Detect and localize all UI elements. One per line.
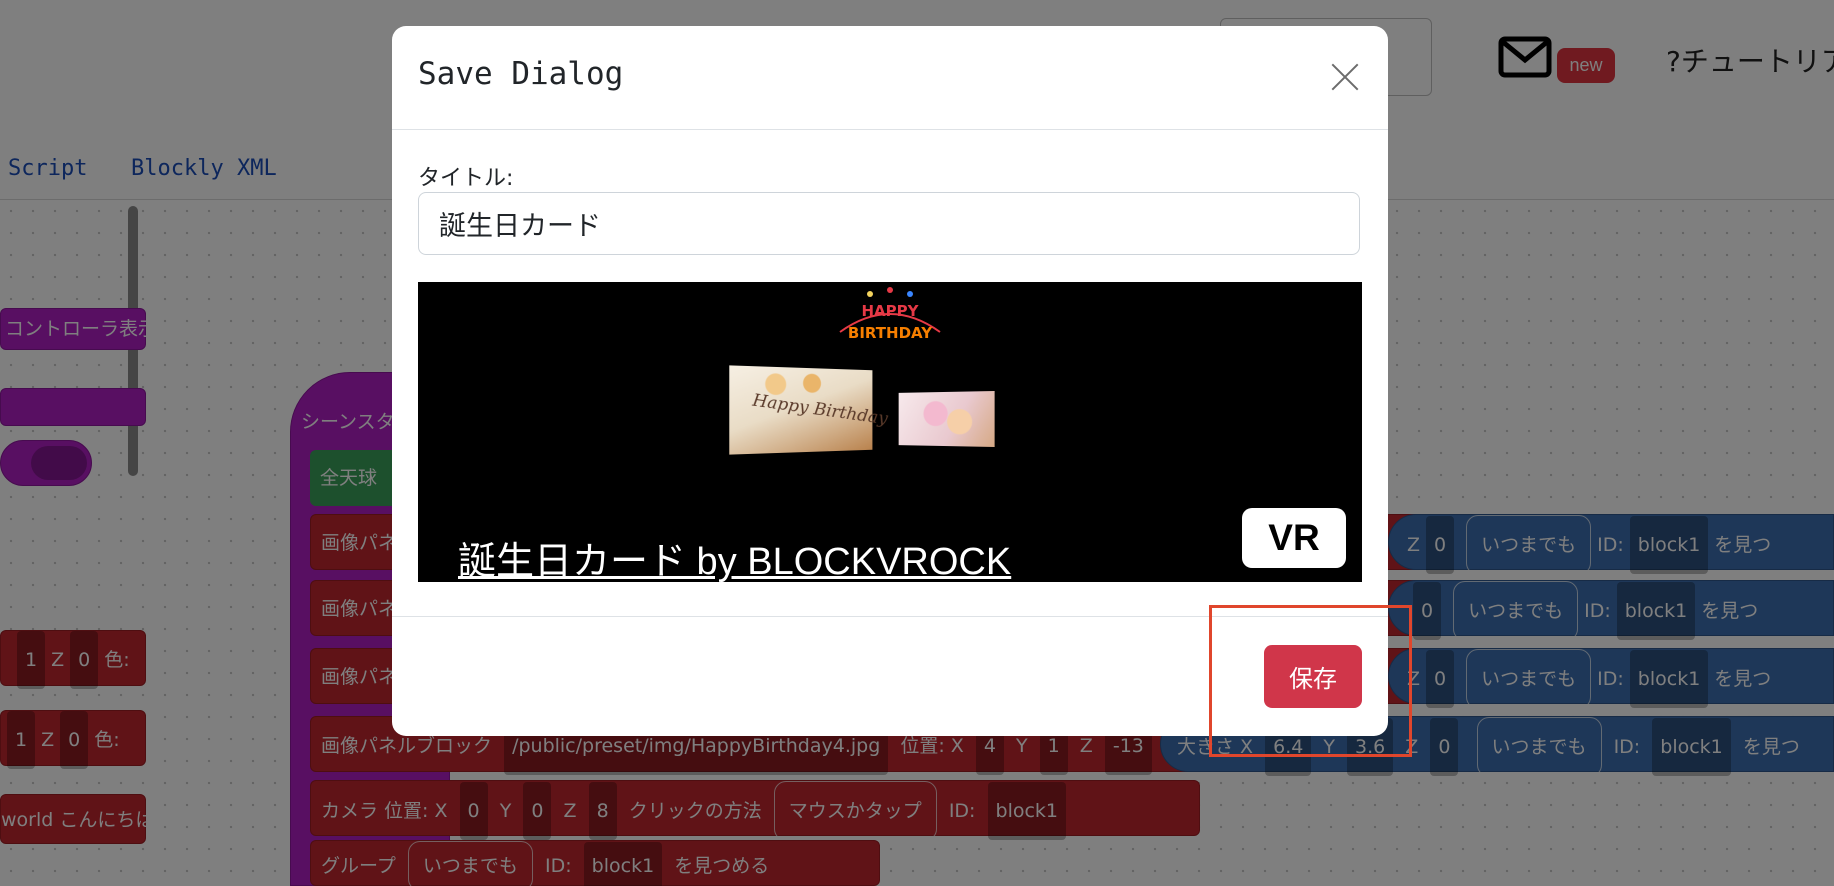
save-button-highlight <box>1209 605 1412 757</box>
dialog-title: Save Dialog <box>418 56 624 92</box>
preview-image: HAPPY BIRTHDAY Happy Birthday 誕生日カード by … <box>418 282 1362 582</box>
close-icon[interactable] <box>1330 62 1360 92</box>
happy-birthday-logo: HAPPY BIRTHDAY <box>839 287 941 342</box>
title-field-label: タイトル: <box>418 166 514 191</box>
preview-photo-flowers <box>898 391 995 447</box>
dialog-header: Save Dialog <box>392 26 1388 130</box>
title-input[interactable] <box>418 192 1360 255</box>
vr-button[interactable]: VR <box>1242 508 1346 568</box>
preview-title-link[interactable]: 誕生日カード by BLOCKVROCK <box>458 530 1011 582</box>
svg-text:BIRTHDAY: BIRTHDAY <box>848 324 933 342</box>
svg-text:HAPPY: HAPPY <box>861 302 919 320</box>
